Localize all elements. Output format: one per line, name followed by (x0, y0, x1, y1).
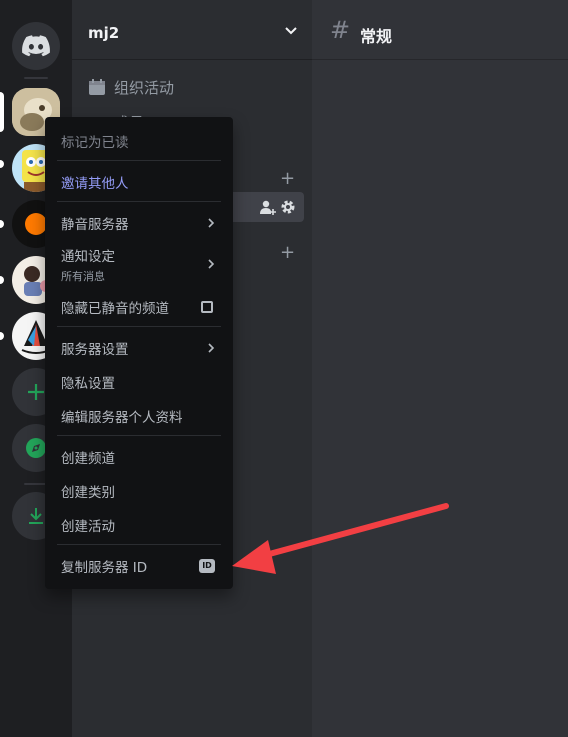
menu-item-label: 编辑服务器个人资料 (61, 410, 183, 426)
unread-pill (0, 332, 4, 340)
menu-item-label: 复制服务器 ID (61, 560, 148, 576)
gear-icon[interactable] (280, 199, 296, 215)
chevron-right-icon (208, 343, 215, 353)
menu-separator (57, 201, 221, 202)
server-header[interactable]: mj2 (72, 0, 312, 60)
menu-item-label: 隐私设置 (61, 376, 115, 392)
menu-item-invite[interactable]: 邀请其他人 (53, 170, 225, 194)
selected-server-pill (0, 92, 4, 132)
menu-item-mark-read[interactable]: 标记为已读 (53, 129, 225, 153)
menu-item-server-settings[interactable]: 服务器设置 (53, 336, 225, 360)
unread-pill (0, 160, 4, 168)
rail-separator (24, 77, 48, 79)
download-icon (29, 508, 43, 524)
menu-item-label: 创建类别 (61, 485, 115, 501)
events-label: 组织活动 (114, 78, 175, 97)
menu-item-notification-settings[interactable]: 通知设定 所有消息 (53, 245, 225, 283)
channel-title: 常规 (360, 27, 393, 46)
menu-item-sublabel: 所有消息 (61, 269, 105, 283)
events-item[interactable]: 组织活动 (88, 76, 174, 98)
menu-item-label: 隐藏已静音的频道 (61, 301, 169, 317)
menu-item-edit-server-profile[interactable]: 编辑服务器个人资料 (53, 404, 225, 428)
chevron-down-icon (285, 27, 297, 35)
server-context-menu: 标记为已读 邀请其他人 静音服务器 通知设定 所有消息 隐藏已静音的频道 服务器… (45, 117, 233, 589)
menu-item-create-channel[interactable]: 创建频道 (53, 445, 225, 469)
menu-item-hide-muted-channels[interactable]: 隐藏已静音的频道 (53, 295, 225, 319)
menu-item-label: 邀请其他人 (61, 176, 129, 192)
add-channel-plus-icon[interactable]: + (280, 168, 295, 189)
menu-item-privacy-settings[interactable]: 隐私设置 (53, 370, 225, 394)
menu-item-copy-server-id[interactable]: 复制服务器 ID ID (53, 554, 225, 578)
id-badge-icon: ID (199, 559, 215, 573)
menu-item-label: 服务器设置 (61, 342, 129, 358)
menu-item-mute-server[interactable]: 静音服务器 (53, 211, 225, 235)
add-channel-plus-icon[interactable]: + (280, 242, 295, 263)
menu-item-label: 通知设定 (61, 248, 115, 265)
channel-header: # 常规 (312, 0, 568, 60)
server-name: mj2 (88, 24, 120, 42)
plus-icon (28, 384, 44, 400)
menu-separator (57, 326, 221, 327)
checkbox-icon[interactable] (201, 301, 213, 313)
unread-pill (0, 220, 4, 228)
menu-item-label: 静音服务器 (61, 217, 129, 233)
menu-separator (57, 160, 221, 161)
menu-item-create-event[interactable]: 创建活动 (53, 513, 225, 537)
calendar-icon (89, 79, 105, 95)
hashtag-icon: # (330, 16, 351, 44)
compass-icon (26, 438, 46, 458)
selected-channel-row[interactable] (222, 192, 304, 222)
menu-item-create-category[interactable]: 创建类别 (53, 479, 225, 503)
invite-member-icon[interactable] (260, 200, 276, 215)
menu-item-label: 标记为已读 (61, 135, 129, 151)
discord-home-button[interactable] (12, 22, 60, 70)
discord-logo-icon (22, 35, 50, 57)
menu-item-label: 创建频道 (61, 451, 115, 467)
unread-pill (0, 276, 4, 284)
menu-item-label: 创建活动 (61, 519, 115, 535)
chevron-right-icon (208, 259, 215, 269)
menu-separator (57, 544, 221, 545)
chevron-right-icon (208, 218, 215, 228)
menu-separator (57, 435, 221, 436)
